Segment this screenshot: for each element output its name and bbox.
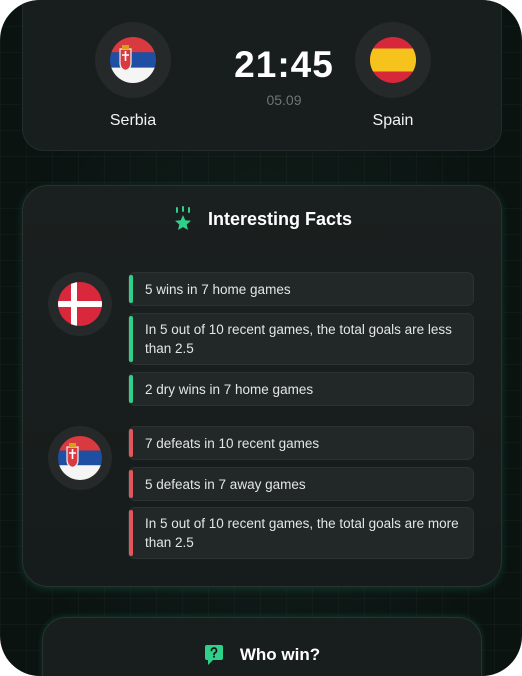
away-facts-flag: [48, 426, 112, 490]
who-win-title: Who win?: [239, 645, 321, 664]
home-team[interactable]: Serbia: [73, 22, 193, 130]
away-fact-item: 5 defeats in 7 away games: [128, 467, 474, 501]
facts-title: Interesting Facts: [207, 208, 353, 229]
away-team-name: Spain: [372, 112, 414, 129]
serbia-flag-icon: [110, 37, 156, 83]
home-fact-item: 5 wins in 7 home games: [128, 272, 474, 306]
spain-flag-icon: [370, 37, 416, 83]
home-team-flag-badge: [95, 22, 171, 98]
serbia-flag-icon: [58, 436, 102, 480]
who-win-card[interactable]: Who win?: [42, 617, 482, 676]
away-fact-item: In 5 out of 10 recent games, the total g…: [128, 507, 474, 559]
who-win-header: Who win?: [43, 640, 481, 670]
home-facts-flag: [48, 272, 112, 336]
chat-question-icon: [204, 645, 223, 665]
match-header-card[interactable]: Serbia 21:45 05.09 Spain: [22, 0, 502, 151]
home-fact-item: In 5 out of 10 recent games, the total g…: [128, 313, 474, 365]
home-fact-item: 2 dry wins in 7 home games: [128, 372, 474, 406]
app-screen: Serbia 21:45 05.09 Spain Interesting Fac…: [0, 0, 522, 676]
away-fact-item: 7 defeats in 10 recent games: [128, 426, 474, 460]
denmark-flag-icon: [58, 282, 102, 326]
away-team[interactable]: Spain: [333, 22, 453, 130]
star-icon: [174, 206, 191, 230]
facts-header: Interesting Facts: [23, 204, 501, 234]
interesting-facts-card: Interesting Facts 5 wins in 7 home games…: [22, 185, 502, 587]
away-team-flag-badge: [355, 22, 431, 98]
home-team-name: Serbia: [109, 112, 157, 129]
